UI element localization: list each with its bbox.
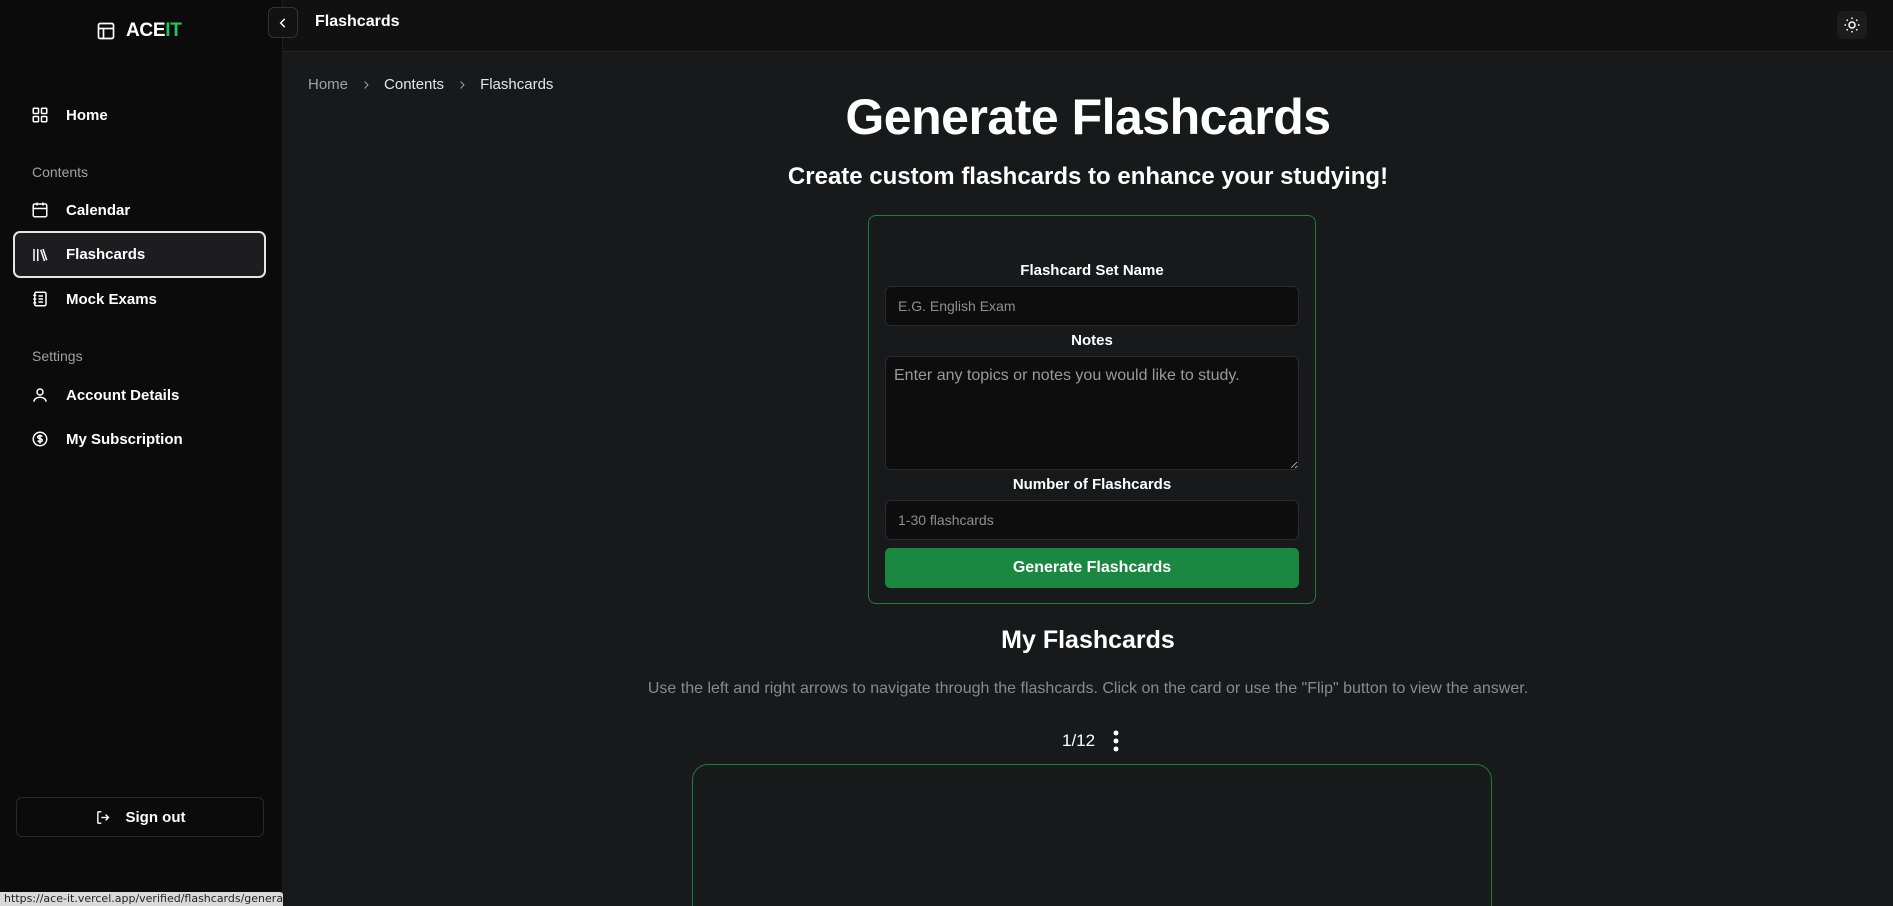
- page-title: Flashcards: [315, 13, 400, 30]
- log-out-icon: [96, 810, 109, 824]
- dollar-circle-icon: [32, 431, 48, 447]
- generate-flashcards-button[interactable]: Generate Flashcards: [885, 548, 1299, 588]
- sidebar-item-label: Calendar: [66, 201, 131, 219]
- sidebar-item-label: Home: [66, 106, 108, 124]
- notes-label: Notes: [1071, 332, 1113, 349]
- notebook-icon: [33, 291, 47, 307]
- sidebar-item-home[interactable]: Home: [13, 94, 266, 136]
- set-name-input[interactable]: [885, 286, 1299, 326]
- user-icon: [33, 388, 47, 402]
- logo[interactable]: ACEIT: [96, 20, 182, 42]
- sidebar-item-calendar[interactable]: Calendar: [13, 189, 266, 231]
- count-input[interactable]: [885, 500, 1299, 540]
- app-root: ACEIT Home Contents Calendar Flashcards …: [0, 0, 1893, 906]
- sidebar-section-settings: Settings: [32, 348, 83, 364]
- flashcard-counter: 1/12: [1062, 731, 1096, 750]
- library-icon: [33, 248, 48, 261]
- main-title: Generate Flashcards: [845, 89, 1331, 145]
- main-subtitle: Create custom flashcards to enhance your…: [787, 163, 1389, 190]
- sun-icon: [1844, 17, 1860, 33]
- set-name-label: Flashcard Set Name: [1020, 262, 1164, 279]
- sidebar-item-my-subscription[interactable]: My Subscription: [13, 418, 266, 460]
- sidebar-item-account-details[interactable]: Account Details: [13, 374, 266, 416]
- sidebar-item-mock-exams[interactable]: Mock Exams: [13, 278, 266, 320]
- sidebar-item-label: Account Details: [66, 386, 180, 404]
- topbar: Flashcards: [268, 0, 1893, 52]
- chevron-left-icon: [279, 17, 286, 28]
- count-label: Number of Flashcards: [1012, 476, 1172, 493]
- my-flashcards-title: My Flashcards: [1001, 626, 1175, 654]
- notes-textarea[interactable]: [885, 356, 1299, 470]
- more-vertical-icon: [1113, 730, 1119, 752]
- sidebar: ACEIT Home Contents Calendar Flashcards …: [0, 0, 283, 906]
- theme-toggle-button[interactable]: [1837, 11, 1867, 39]
- generate-form: Flashcard Set Name Notes Number of Flash…: [868, 215, 1316, 604]
- grid-icon: [32, 107, 48, 123]
- sidebar-section-contents: Contents: [32, 164, 89, 180]
- calendar-icon: [32, 202, 48, 218]
- my-flashcards-description: Use the left and right arrows to navigat…: [647, 680, 1529, 697]
- flashcard-counter-row: 1/12: [1062, 729, 1127, 753]
- sidebar-item-flashcards[interactable]: Flashcards: [13, 231, 266, 278]
- sign-out-button[interactable]: Sign out: [16, 797, 264, 837]
- collapse-sidebar-button[interactable]: [268, 7, 298, 38]
- logo-text: ACEIT: [126, 20, 182, 41]
- flashcard-menu-button[interactable]: [1105, 729, 1127, 753]
- sidebar-item-label: Mock Exams: [66, 290, 157, 308]
- sidebar-item-label: My Subscription: [66, 430, 183, 448]
- sign-out-label: Sign out: [125, 808, 186, 826]
- sidebar-item-label: Flashcards: [66, 246, 146, 263]
- layout-icon: [97, 22, 115, 40]
- status-bar-url: https://ace-it.vercel.app/verified/flash…: [0, 892, 283, 906]
- flashcard[interactable]: [692, 764, 1492, 906]
